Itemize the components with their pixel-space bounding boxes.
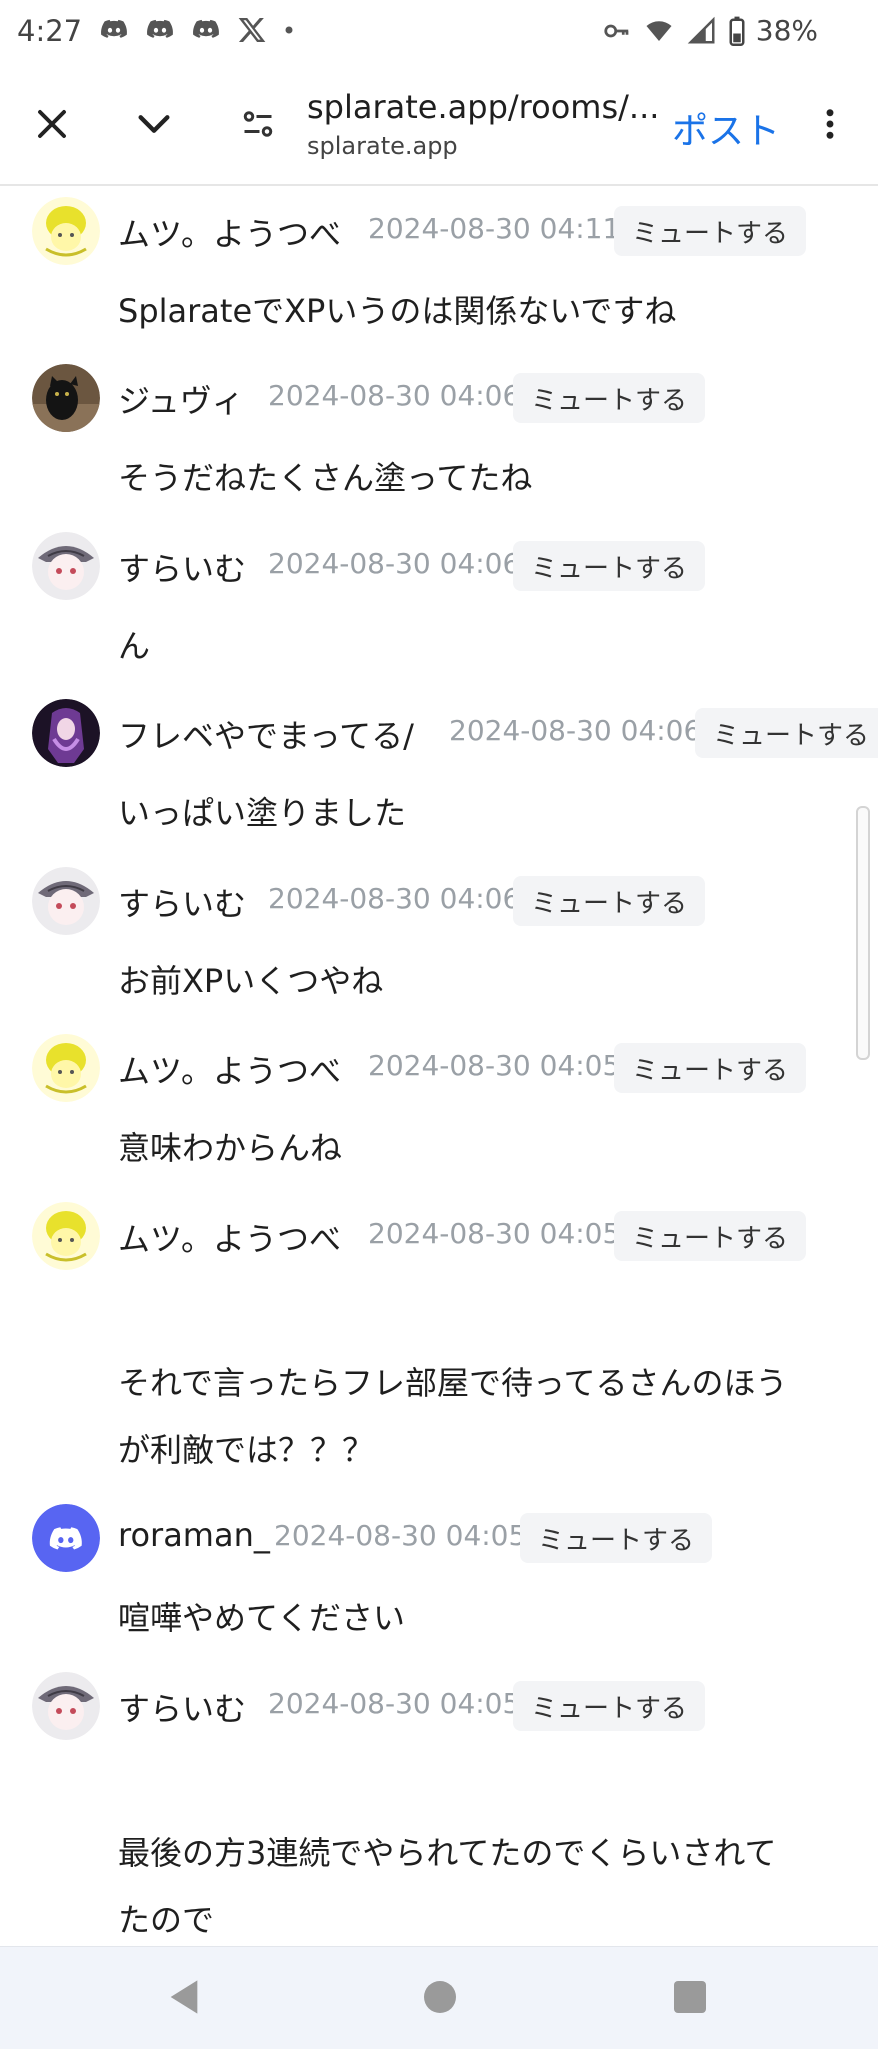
avatar[interactable] — [32, 197, 100, 265]
discord-logo-avatar-icon — [32, 1504, 100, 1572]
message-text: SplarateでXPいうのは関係ないですね — [118, 292, 677, 330]
notification-icons — [98, 14, 296, 46]
message-timestamp: 2024-08-30 04:11 — [368, 212, 621, 245]
avatar[interactable] — [32, 1672, 100, 1740]
message-text: 最後の方3連続でやられてたのでくらいされて — [118, 1834, 777, 1872]
message-text: 意味わからんね — [118, 1129, 343, 1167]
message-author: すらいむ — [118, 550, 247, 588]
wifi-icon — [646, 20, 672, 41]
message-text: ん — [118, 627, 151, 665]
more-vert-icon — [826, 109, 834, 139]
mute-button[interactable]: ミュートする — [513, 541, 706, 591]
key-icon — [604, 24, 629, 37]
discord-notification-icon — [147, 19, 173, 38]
battery-icon — [729, 16, 745, 46]
avatar[interactable] — [32, 364, 100, 432]
mute-button[interactable]: ミュートする — [614, 1043, 807, 1093]
message-author: ムツ。ようつべ — [118, 1052, 342, 1090]
minimize-button[interactable] — [124, 94, 184, 154]
status-time: 4:27 — [17, 14, 83, 48]
dot-icon — [285, 26, 293, 34]
message-author: ジュヴィ — [118, 382, 244, 420]
message-author: ムツ。ようつべ — [118, 1220, 342, 1258]
mute-button[interactable]: ミュートする — [513, 876, 706, 926]
close-button[interactable] — [22, 94, 82, 154]
url-text[interactable]: splarate.app/rooms/... — [307, 88, 659, 126]
message-timestamp: 2024-08-30 04:05 — [368, 1217, 621, 1250]
message-author: ムツ。ようつべ — [118, 215, 342, 253]
mute-button[interactable]: ミュートする — [513, 1681, 706, 1731]
message-text: いっぱい塗りました — [118, 794, 407, 832]
back-icon[interactable] — [166, 1977, 202, 2017]
message-timestamp: 2024-08-30 04:05 — [268, 1687, 521, 1720]
message-author: フレベやでまってる/ — [118, 717, 414, 755]
yellow-character-avatar-icon — [32, 1202, 100, 1270]
home-icon[interactable] — [424, 1981, 456, 2013]
gray-character-avatar-icon — [32, 532, 100, 600]
message-text: それで言ったらフレ部屋で待ってるさんのほう — [118, 1364, 788, 1402]
message-text: たので — [118, 1901, 215, 1939]
message-timestamp: 2024-08-30 04:06 — [449, 714, 702, 747]
site-settings-button[interactable] — [228, 94, 288, 154]
avatar[interactable] — [32, 867, 100, 935]
message-timestamp: 2024-08-30 04:05 — [274, 1519, 527, 1552]
signal-icon — [687, 16, 715, 43]
scrollbar[interactable] — [856, 806, 870, 1060]
purple-character-avatar-icon — [32, 699, 100, 767]
avatar[interactable] — [32, 1202, 100, 1270]
mute-button[interactable]: ミュートする — [520, 1513, 713, 1563]
message-timestamp: 2024-08-30 04:06 — [268, 547, 521, 580]
x-logo-icon — [238, 18, 266, 42]
browser-toolbar: splarate.app/rooms/... splarate.app ポスト — [0, 66, 878, 186]
more-menu-button[interactable] — [800, 94, 860, 154]
avatar[interactable] — [32, 532, 100, 600]
message-text: 喧嘩やめてください — [118, 1599, 406, 1637]
chat-message-list[interactable]: ムツ。ようつべ 2024-08-30 04:11 ミュートする SplarateでXP… — [0, 186, 878, 1946]
message-timestamp: 2024-08-30 04:06 — [268, 882, 521, 915]
yellow-character-avatar-icon — [32, 1034, 100, 1102]
message-timestamp: 2024-08-30 04:05 — [368, 1049, 621, 1082]
discord-notification-icon — [101, 19, 127, 38]
battery-percent: 38% — [755, 14, 818, 47]
url-domain: splarate.app — [307, 132, 458, 160]
message-author: すらいむ — [118, 885, 247, 923]
discord-notification-icon — [193, 19, 219, 38]
mute-button[interactable]: ミュートする — [614, 206, 807, 256]
close-icon — [38, 110, 66, 138]
message-text: そうだねたくさん塗ってたね — [118, 459, 533, 497]
mute-button[interactable]: ミュートする — [513, 373, 706, 423]
avatar[interactable] — [32, 699, 100, 767]
mute-button[interactable]: ミュートする — [695, 708, 878, 758]
avatar[interactable] — [32, 1504, 100, 1572]
recents-icon[interactable] — [674, 1981, 706, 2013]
message-author: すらいむ — [118, 1690, 247, 1728]
mute-button[interactable]: ミュートする — [614, 1211, 807, 1261]
gray-character-avatar-icon — [32, 867, 100, 935]
yellow-character-avatar-icon — [32, 197, 100, 265]
avatar[interactable] — [32, 1034, 100, 1102]
navigation-bar — [0, 1946, 878, 2049]
status-bar: 4:27 38% — [0, 0, 878, 66]
black-cat-avatar-icon — [32, 364, 100, 432]
message-text: が利敵では？？？ — [118, 1431, 375, 1469]
tune-icon — [243, 111, 273, 137]
message-timestamp: 2024-08-30 04:06 — [268, 379, 521, 412]
post-button[interactable]: ポスト — [672, 102, 780, 154]
chevron-down-icon — [138, 115, 170, 133]
gray-character-avatar-icon — [32, 1672, 100, 1740]
message-author: roraman_ — [118, 1516, 270, 1554]
system-icons: 38% — [602, 14, 818, 47]
message-text: お前XPいくつやね — [118, 962, 384, 1000]
